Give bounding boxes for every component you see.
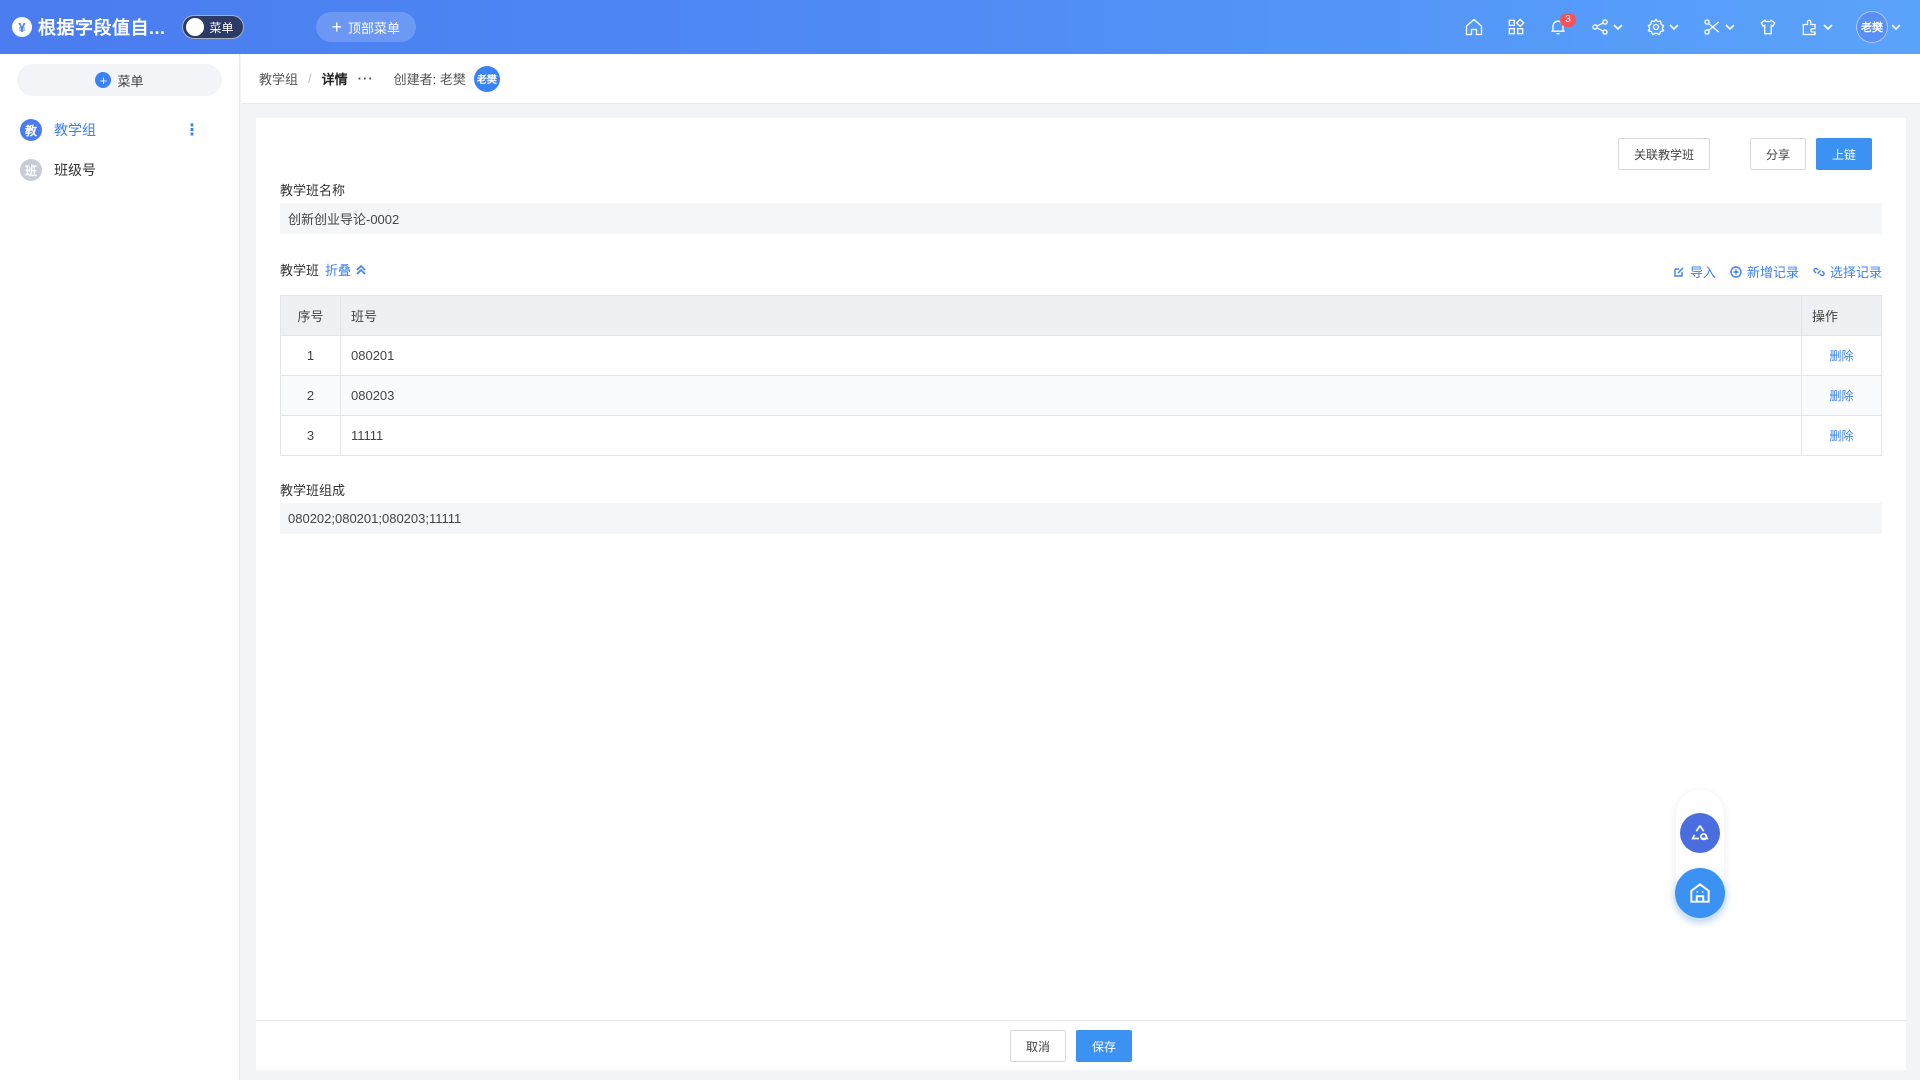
plugin-icon bbox=[1802, 19, 1816, 36]
publish-button[interactable]: 上链 bbox=[1816, 138, 1872, 170]
import-label: 导入 bbox=[1689, 265, 1716, 280]
row-index: 2 bbox=[280, 375, 341, 416]
sidebar-list: 教 教学组 ⋮ 班 班级号 bbox=[0, 110, 239, 190]
share-icon bbox=[1592, 19, 1608, 35]
detail-panel: 关联教学班 分享 上链 教学班名称 创新创业导论-0002 教学班 折叠 导入 … bbox=[256, 118, 1906, 1070]
table-header-row: 序号 班号 操作 bbox=[280, 295, 1882, 336]
sidebar-item-class-number[interactable]: 班 班级号 bbox=[0, 150, 239, 190]
plus-icon: + bbox=[331, 17, 343, 37]
sidebar-item-label: 班级号 bbox=[54, 162, 96, 178]
creator-label: 创建者: 老樊 bbox=[393, 72, 466, 87]
top-icons: 3 老樊 bbox=[1442, 0, 1902, 54]
theme-button[interactable] bbox=[1758, 0, 1778, 54]
breadcrumb-separator: / bbox=[308, 71, 312, 86]
tools-icon bbox=[1704, 19, 1720, 35]
shirt-icon bbox=[1760, 19, 1776, 35]
user-avatar: 老樊 bbox=[1856, 11, 1888, 43]
more-vertical-icon[interactable]: ⋮ bbox=[184, 120, 200, 140]
edit-icon bbox=[1674, 267, 1684, 277]
row-class-no: 11111 bbox=[340, 415, 1802, 456]
creator-avatar: 老樊 bbox=[473, 65, 500, 92]
link-class-button[interactable]: 关联教学班 bbox=[1618, 138, 1710, 170]
plugin-menu[interactable] bbox=[1800, 0, 1834, 54]
header-class-no: 班号 bbox=[340, 295, 1802, 336]
delete-button[interactable]: 删除 bbox=[1801, 335, 1882, 376]
select-record-label: 选择记录 bbox=[1829, 265, 1882, 280]
row-class-no: 080203 bbox=[340, 375, 1802, 416]
form-footer: 取消 保存 bbox=[256, 1020, 1906, 1070]
home-float-button[interactable] bbox=[1675, 868, 1725, 918]
chevron-down-icon bbox=[1823, 24, 1833, 31]
share-menu[interactable] bbox=[1590, 0, 1624, 54]
brand[interactable]: ¥ 根据字段值自... bbox=[12, 14, 166, 40]
table-row: 3 11111 删除 bbox=[280, 415, 1882, 456]
chevron-down-icon bbox=[1725, 24, 1735, 31]
row-class-no: 080201 bbox=[340, 335, 1802, 376]
settings-menu[interactable] bbox=[1646, 0, 1680, 54]
menu-toggle-label: 菜单 bbox=[209, 20, 234, 35]
plus-circle-icon: + bbox=[95, 72, 112, 88]
plus-circle-icon bbox=[1730, 265, 1742, 278]
notification-badge: 3 bbox=[1560, 13, 1576, 27]
top-menu-label: 顶部菜单 bbox=[348, 20, 401, 36]
app-title: 根据字段值自... bbox=[38, 18, 166, 38]
building-icon bbox=[1690, 883, 1710, 903]
add-record-label: 新增记录 bbox=[1746, 265, 1799, 280]
section-title: 教学班 bbox=[280, 263, 320, 278]
import-button[interactable]: 导入 bbox=[1673, 262, 1716, 281]
header-index: 序号 bbox=[280, 295, 341, 336]
row-index: 1 bbox=[280, 335, 341, 376]
top-menu-button[interactable]: + 顶部菜单 bbox=[315, 12, 417, 42]
breadcrumb-root[interactable]: 教学组 bbox=[259, 69, 298, 88]
class-name-label: 教学班名称 bbox=[280, 183, 346, 198]
more-actions-button[interactable]: ··· bbox=[358, 71, 374, 86]
delete-button[interactable]: 删除 bbox=[1801, 375, 1882, 416]
cancel-button[interactable]: 取消 bbox=[1010, 1030, 1066, 1062]
save-button[interactable]: 保存 bbox=[1076, 1030, 1132, 1062]
sidebar-add-menu-button[interactable]: + 菜单 bbox=[17, 64, 222, 96]
workflow-button[interactable] bbox=[1680, 813, 1720, 853]
link-icon bbox=[1813, 267, 1825, 276]
select-record-button[interactable]: 选择记录 bbox=[1813, 262, 1882, 281]
delete-button[interactable]: 删除 bbox=[1801, 415, 1882, 456]
settings-icon bbox=[1647, 18, 1665, 36]
apps-icon bbox=[1508, 18, 1525, 35]
class-table: 序号 班号 操作 1 080201 删除 2 080203 删除 3 11111… bbox=[280, 295, 1882, 456]
chevron-down-icon bbox=[1669, 24, 1679, 31]
table-row: 2 080203 删除 bbox=[280, 375, 1882, 416]
fold-toggle[interactable]: 折叠 bbox=[325, 260, 351, 279]
notifications-button[interactable]: 3 bbox=[1548, 0, 1576, 54]
breadcrumb: 教学组 / 详情 ··· 创建者: 老樊 老樊 bbox=[241, 54, 1920, 104]
app-logo-icon: ¥ bbox=[12, 17, 32, 37]
sidebar-item-label: 教学组 bbox=[54, 122, 96, 138]
apps-button[interactable] bbox=[1506, 0, 1526, 54]
section-actions: 导入 新增记录 选择记录 bbox=[1659, 262, 1882, 281]
share-button[interactable]: 分享 bbox=[1750, 138, 1806, 170]
home-icon bbox=[1465, 18, 1483, 36]
user-menu[interactable]: 老樊 bbox=[1856, 0, 1902, 54]
add-record-button[interactable]: 新增记录 bbox=[1730, 262, 1799, 281]
composition-value: 080202;080201;080203;11111 bbox=[280, 503, 1882, 534]
recycle-icon bbox=[1691, 825, 1709, 841]
toggle-knob bbox=[185, 18, 204, 36]
chevron-down-icon bbox=[1891, 24, 1901, 31]
composition-label: 教学班组成 bbox=[280, 483, 346, 498]
sidebar-add-label: 菜单 bbox=[117, 73, 144, 89]
chevron-down-icon bbox=[1613, 24, 1623, 31]
menu-toggle[interactable]: 菜单 bbox=[181, 15, 244, 39]
teaching-group-icon: 教 bbox=[20, 119, 42, 141]
sidebar: + 菜单 教 教学组 ⋮ 班 班级号 bbox=[0, 54, 240, 1080]
top-bar: ¥ 根据字段值自... 菜单 + 顶部菜单 3 老樊 bbox=[0, 0, 1920, 54]
class-name-value: 创新创业导论-0002 bbox=[280, 203, 1882, 234]
breadcrumb-current: 详情 bbox=[321, 72, 348, 87]
section-header: 教学班 折叠 bbox=[280, 260, 367, 279]
header-operation: 操作 bbox=[1801, 295, 1882, 336]
class-number-icon: 班 bbox=[20, 159, 42, 181]
home-button[interactable] bbox=[1464, 0, 1484, 54]
chevron-up-icon bbox=[356, 264, 366, 275]
tools-menu[interactable] bbox=[1702, 0, 1736, 54]
table-row: 1 080201 删除 bbox=[280, 335, 1882, 376]
sidebar-item-teaching-group[interactable]: 教 教学组 ⋮ bbox=[0, 110, 239, 150]
row-index: 3 bbox=[280, 415, 341, 456]
